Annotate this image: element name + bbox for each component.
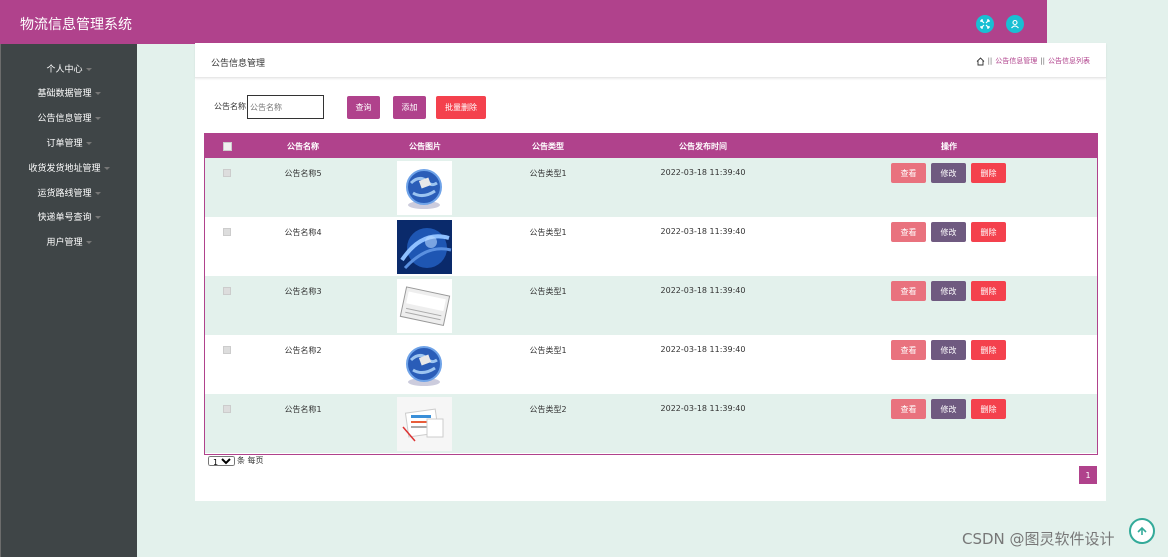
sidebar-item-profile[interactable]: 个人中心 — [1, 62, 137, 75]
view-button[interactable]: 查看 — [891, 222, 926, 242]
delete-button[interactable]: 删除 — [971, 340, 1006, 360]
table-row: 公告名称3 公告类型1 2022-03-18 11:39:40 查看 修改 删除 — [205, 276, 1097, 335]
page-size-control: 10 条 每页 — [208, 455, 264, 466]
cell-name: 公告名称4 — [284, 228, 322, 237]
cell-time: 2022-03-18 11:39:40 — [660, 227, 746, 236]
row-checkbox[interactable] — [223, 287, 231, 295]
home-icon[interactable] — [976, 56, 985, 66]
select-all-checkbox[interactable] — [223, 142, 232, 151]
row-checkbox[interactable] — [223, 169, 231, 177]
announcement-image-blue-abstract — [397, 220, 452, 274]
cell-time: 2022-03-18 11:39:40 — [660, 286, 746, 295]
edit-button[interactable]: 修改 — [931, 281, 966, 301]
breadcrumb-level2: 公告信息列表 — [1048, 57, 1090, 65]
cell-type: 公告类型1 — [529, 169, 567, 178]
sidebar-item-tracking[interactable]: 快递单号查询 — [1, 210, 137, 223]
announcement-image-globe — [397, 161, 452, 215]
chevron-down-icon — [85, 241, 92, 244]
cell-name: 公告名称1 — [284, 405, 322, 414]
row-checkbox[interactable] — [223, 405, 231, 413]
search-label: 公告名称 — [214, 102, 246, 111]
view-button[interactable]: 查看 — [891, 399, 926, 419]
sidebar-item-basic-data[interactable]: 基础数据管理 — [1, 86, 137, 99]
announcement-table: 公告名称 公告图片 公告类型 公告发布时间 操作 公告名称5 公告类型1 202… — [204, 133, 1098, 455]
col-actions: 操作 — [941, 142, 957, 151]
batch-delete-button[interactable]: 批量删除 — [436, 96, 486, 119]
sidebar-item-orders[interactable]: 订单管理 — [1, 136, 137, 149]
chevron-down-icon — [103, 167, 110, 170]
panel-header: 公告信息管理 || 公告信息管理 || 公告信息列表 — [195, 43, 1106, 78]
table-row: 公告名称4 公告类型1 2022-03-18 11:39:40 查看 修改 删除 — [205, 217, 1097, 276]
announcement-image-globe — [397, 338, 452, 392]
page-button-current[interactable]: 1 — [1079, 466, 1097, 484]
edit-button[interactable]: 修改 — [931, 340, 966, 360]
cell-type: 公告类型1 — [529, 287, 567, 296]
announcement-image-news — [397, 279, 452, 333]
col-image: 公告图片 — [409, 142, 441, 151]
view-button[interactable]: 查看 — [891, 340, 926, 360]
app-title: 物流信息管理系统 — [20, 17, 132, 33]
announcement-image-documents — [397, 397, 452, 451]
edit-button[interactable]: 修改 — [931, 222, 966, 242]
cell-name: 公告名称3 — [284, 287, 322, 296]
user-icon[interactable] — [1006, 15, 1024, 33]
breadcrumb-level1[interactable]: 公告信息管理 — [995, 56, 1037, 66]
delete-button[interactable]: 删除 — [971, 399, 1006, 419]
main-panel: 公告信息管理 || 公告信息管理 || 公告信息列表 公告名称 查询 添加 批量… — [195, 43, 1106, 501]
view-button[interactable]: 查看 — [891, 281, 926, 301]
cell-name: 公告名称2 — [284, 346, 322, 355]
sidebar-item-routes[interactable]: 运货路线管理 — [1, 186, 137, 199]
chevron-down-icon — [85, 142, 92, 145]
search-input[interactable] — [247, 95, 324, 119]
add-button[interactable]: 添加 — [393, 96, 426, 119]
delete-button[interactable]: 删除 — [971, 163, 1006, 183]
breadcrumb: || 公告信息管理 || 公告信息列表 — [976, 56, 1090, 66]
delete-button[interactable]: 删除 — [971, 281, 1006, 301]
delete-button[interactable]: 删除 — [971, 222, 1006, 242]
edit-button[interactable]: 修改 — [931, 399, 966, 419]
chevron-down-icon — [94, 192, 101, 195]
cell-type: 公告类型1 — [529, 346, 567, 355]
cell-type: 公告类型2 — [529, 405, 567, 414]
col-name: 公告名称 — [287, 142, 319, 151]
sidebar: 个人中心 基础数据管理 公告信息管理 订单管理 收货发货地址管理 运货路线管理 … — [1, 44, 137, 557]
table-row: 公告名称2 公告类型1 2022-03-18 11:39:40 查看 修改 删除 — [205, 335, 1097, 394]
col-type: 公告类型 — [532, 142, 564, 151]
back-to-top-icon[interactable] — [1129, 518, 1155, 544]
cell-name: 公告名称5 — [284, 169, 322, 178]
table-row: 公告名称1 公告类型2 2022-03-18 11:39:40 查看 修改 删除 — [205, 394, 1097, 453]
sidebar-item-users[interactable]: 用户管理 — [1, 235, 137, 248]
page-size-suffix: 条 每页 — [237, 456, 264, 465]
col-time: 公告发布时间 — [679, 142, 727, 151]
page-size-select[interactable]: 10 — [208, 455, 235, 466]
row-checkbox[interactable] — [223, 346, 231, 354]
cell-time: 2022-03-18 11:39:40 — [660, 404, 746, 413]
chevron-down-icon — [94, 216, 101, 219]
page-title: 公告信息管理 — [211, 59, 266, 69]
cell-time: 2022-03-18 11:39:40 — [660, 345, 746, 354]
chevron-down-icon — [94, 117, 101, 120]
chevron-down-icon — [94, 92, 101, 95]
watermark: CSDN @图灵软件设计 — [962, 530, 1115, 548]
cell-type: 公告类型1 — [529, 228, 567, 237]
query-button[interactable]: 查询 — [347, 96, 380, 119]
view-button[interactable]: 查看 — [891, 163, 926, 183]
table-header: 公告名称 公告图片 公告类型 公告发布时间 操作 — [205, 134, 1097, 158]
chevron-down-icon — [85, 68, 92, 71]
edit-button[interactable]: 修改 — [931, 163, 966, 183]
sidebar-item-addresses[interactable]: 收货发货地址管理 — [1, 161, 137, 174]
table-row: 公告名称5 公告类型1 2022-03-18 11:39:40 查看 修改 删除 — [205, 158, 1097, 217]
row-checkbox[interactable] — [223, 228, 231, 236]
sidebar-item-announcements[interactable]: 公告信息管理 — [1, 111, 137, 124]
cell-time: 2022-03-18 11:39:40 — [660, 168, 746, 177]
top-header: 物流信息管理系统 — [0, 0, 1047, 44]
fullscreen-icon[interactable] — [976, 15, 994, 33]
